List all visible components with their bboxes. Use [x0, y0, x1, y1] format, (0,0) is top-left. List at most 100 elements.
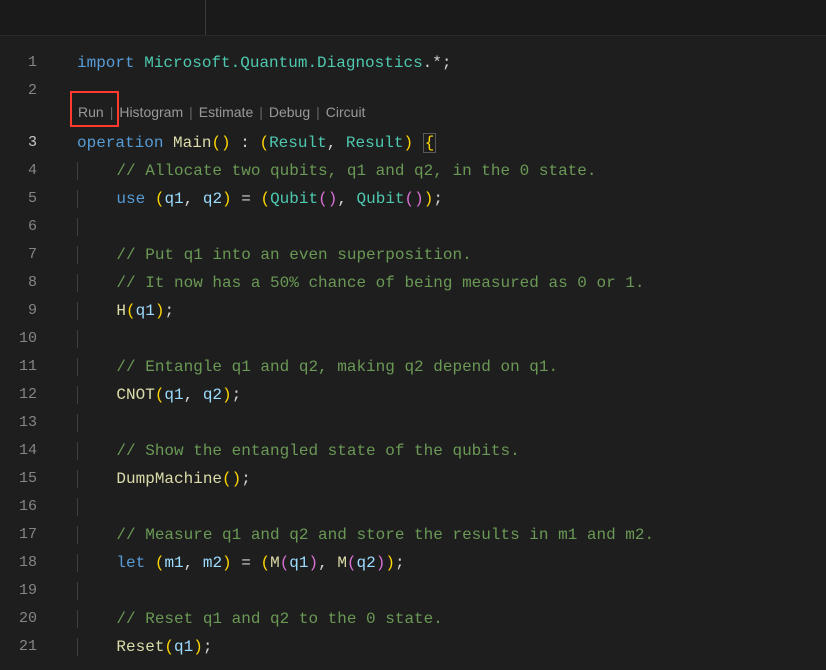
call-reset: Reset [116, 638, 164, 656]
comment: // Entangle q1 and q2, making q2 depend … [116, 358, 558, 376]
lparen: ( [260, 190, 270, 208]
code-line[interactable] [55, 325, 826, 353]
semicolon: ; [442, 54, 452, 72]
rparen: ) [222, 554, 232, 572]
lparen: ( [260, 554, 270, 572]
code-line[interactable]: use (q1, q2) = (Qubit(), Qubit()); [55, 185, 826, 213]
gate-h: H [116, 302, 126, 320]
type-result: Result [346, 134, 404, 152]
comment: // Show the entangled state of the qubit… [116, 442, 519, 460]
var-q1: q1 [289, 554, 308, 572]
code-line[interactable]: let (m1, m2) = (M(q1), M(q2)); [55, 549, 826, 577]
codelens-run[interactable]: Run [78, 104, 104, 120]
line-number: 21 [0, 633, 55, 661]
line-number: 12 [0, 381, 55, 409]
line-number: 15 [0, 465, 55, 493]
lparen: ( [126, 302, 136, 320]
code-editor: 1 2 3 4 5 6 7 8 9 10 11 12 13 14 15 16 1… [0, 0, 826, 670]
code-line[interactable]: Reset(q1); [55, 633, 826, 661]
codelens-histogram[interactable]: Histogram [119, 104, 183, 120]
lparen: ( [259, 134, 269, 152]
semicolon: ; [433, 190, 443, 208]
line-number: 1 [0, 49, 55, 77]
line-number: 5 [0, 185, 55, 213]
semicolon: ; [232, 386, 242, 404]
comment: // It now has a 50% chance of being meas… [116, 274, 644, 292]
lparen: ( [318, 190, 328, 208]
codelens-circuit[interactable]: Circuit [326, 104, 366, 120]
var-q2: q2 [203, 190, 222, 208]
code-line[interactable]: // Allocate two qubits, q1 and q2, in th… [55, 157, 826, 185]
line-number: 9 [0, 297, 55, 325]
code-line[interactable]: H(q1); [55, 297, 826, 325]
line-number: 4 [0, 157, 55, 185]
rparen: ) [328, 190, 338, 208]
line-number: 11 [0, 353, 55, 381]
semicolon: ; [241, 470, 251, 488]
code-line[interactable]: // Entangle q1 and q2, making q2 depend … [55, 353, 826, 381]
star: * [432, 54, 442, 72]
namespace: Microsoft.Quantum.Diagnostics [144, 54, 422, 72]
var-q2: q2 [357, 554, 376, 572]
line-number: 3 [0, 129, 55, 157]
lparen: ( [222, 470, 232, 488]
lparen: ( [211, 134, 221, 152]
var-m1: m1 [164, 554, 183, 572]
code-line[interactable] [55, 213, 826, 241]
rparen: ) [155, 302, 165, 320]
rparen: ) [193, 638, 203, 656]
comment: // Reset q1 and q2 to the 0 state. [116, 610, 442, 628]
lparen: ( [405, 190, 415, 208]
gate-cnot: CNOT [116, 386, 154, 404]
comma: , [184, 386, 203, 404]
line-number: 6 [0, 213, 55, 241]
lparen: ( [164, 638, 174, 656]
space [145, 190, 155, 208]
lparen: ( [347, 554, 357, 572]
comment: // Measure q1 and q2 and store the resul… [116, 526, 654, 544]
keyword-let: let [116, 554, 145, 572]
comma: , [184, 190, 203, 208]
comment: // Put q1 into an even superposition. [116, 246, 471, 264]
type-qubit: Qubit [357, 190, 405, 208]
codelens-separator: | [104, 104, 120, 120]
codelens-separator: | [183, 104, 199, 120]
code-line[interactable]: import Microsoft.Quantum.Diagnostics.*; [55, 49, 826, 77]
line-number: 7 [0, 241, 55, 269]
code-line[interactable] [55, 577, 826, 605]
comma: , [327, 134, 346, 152]
codelens-separator: | [253, 104, 269, 120]
lbrace-cursor: { [423, 133, 437, 153]
code-line[interactable]: // Put q1 into an even superposition. [55, 241, 826, 269]
code-line[interactable] [55, 409, 826, 437]
var-q1: q1 [174, 638, 193, 656]
var-q1: q1 [164, 386, 183, 404]
code-line[interactable]: // It now has a 50% chance of being meas… [55, 269, 826, 297]
var-q1: q1 [136, 302, 155, 320]
code-line[interactable]: operation Main() : (Result, Result) { [55, 129, 826, 157]
var-q2: q2 [203, 386, 222, 404]
line-number: 2 [0, 77, 55, 105]
codelens-row: Run | Histogram | Estimate | Debug | Cir… [78, 101, 365, 123]
keyword-import: import [77, 54, 135, 72]
comma: , [184, 554, 203, 572]
line-number: 13 [0, 409, 55, 437]
line-number: 17 [0, 521, 55, 549]
code-line[interactable] [55, 493, 826, 521]
line-number: 8 [0, 269, 55, 297]
code-line[interactable]: // Measure q1 and q2 and store the resul… [55, 521, 826, 549]
rparen: ) [385, 554, 395, 572]
code-line[interactable]: DumpMachine(); [55, 465, 826, 493]
space [145, 554, 155, 572]
rparen: ) [376, 554, 386, 572]
line-number: 14 [0, 437, 55, 465]
codelens-debug[interactable]: Debug [269, 104, 310, 120]
equals: = [232, 190, 261, 208]
line-number: 20 [0, 605, 55, 633]
type-qubit: Qubit [270, 190, 318, 208]
lparen: ( [155, 190, 165, 208]
code-line[interactable]: CNOT(q1, q2); [55, 381, 826, 409]
codelens-estimate[interactable]: Estimate [199, 104, 253, 120]
code-line[interactable]: // Show the entangled state of the qubit… [55, 437, 826, 465]
code-line[interactable]: // Reset q1 and q2 to the 0 state. [55, 605, 826, 633]
